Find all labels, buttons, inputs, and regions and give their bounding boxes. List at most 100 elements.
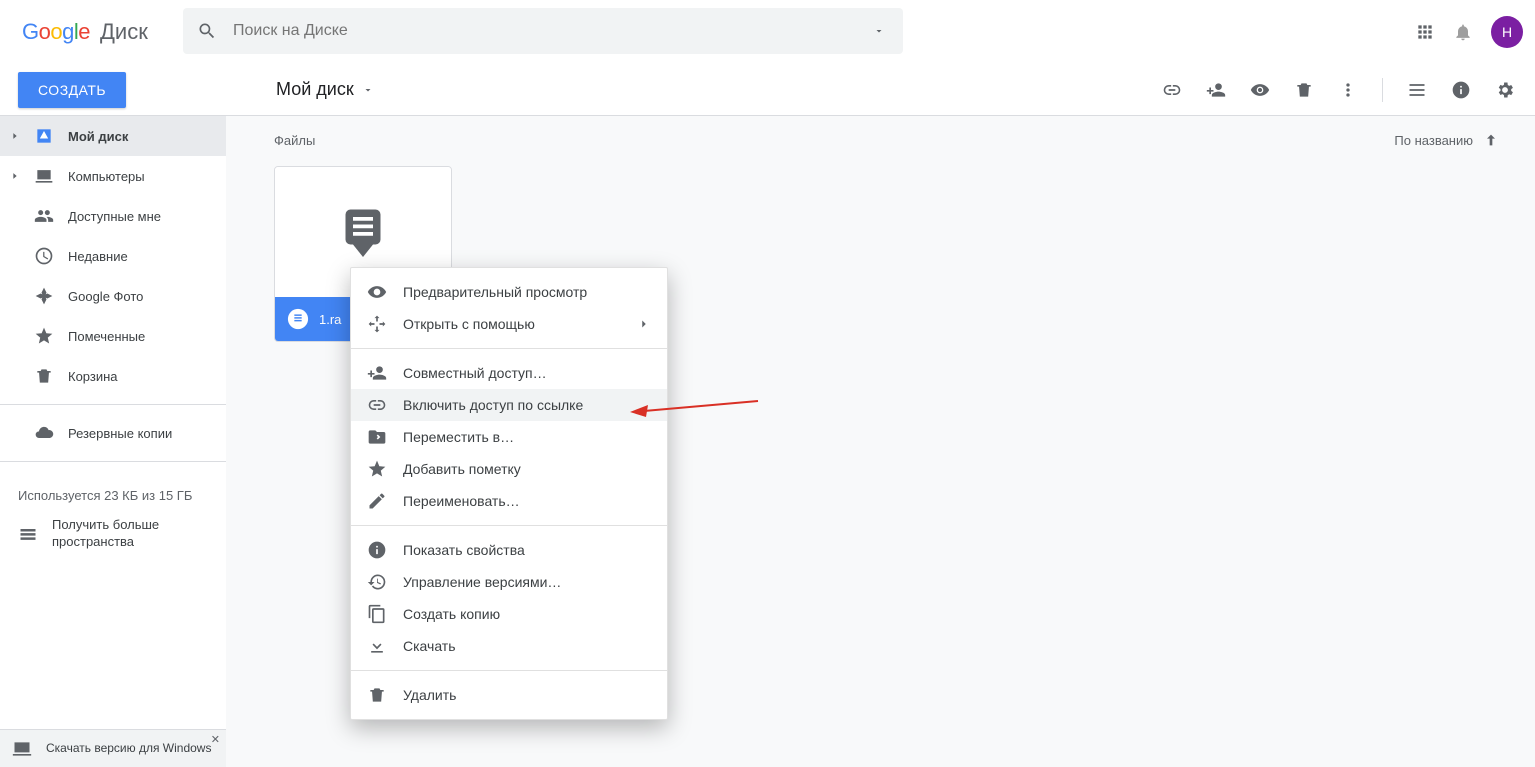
- sort-control[interactable]: По названию: [1394, 132, 1499, 148]
- ctx-share[interactable]: Совместный доступ…: [351, 357, 667, 389]
- file-type-icon: [287, 308, 309, 330]
- sidebar-item-label: Недавние: [68, 249, 128, 264]
- download-windows-banner[interactable]: Скачать версию для Windows ✕: [0, 729, 226, 767]
- sort-label-text: По названию: [1394, 133, 1473, 148]
- sidebar-item-label: Google Фото: [68, 289, 143, 304]
- ctx-preview[interactable]: Предварительный просмотр: [351, 276, 667, 308]
- list-view-icon[interactable]: [1407, 80, 1427, 100]
- separator: [351, 525, 667, 526]
- link-icon: [367, 395, 403, 415]
- ctx-move[interactable]: Переместить в…: [351, 421, 667, 453]
- star-icon: [24, 326, 68, 346]
- ctx-label: Включить доступ по ссылке: [403, 397, 583, 413]
- ctx-details[interactable]: Показать свойства: [351, 534, 667, 566]
- ctx-label: Совместный доступ…: [403, 365, 547, 381]
- ctx-label: Управление версиями…: [403, 574, 561, 590]
- eye-icon[interactable]: [1250, 80, 1270, 100]
- search-options-dropdown-icon[interactable]: [873, 25, 885, 37]
- eye-icon: [367, 282, 403, 302]
- sidebar-item-label: Компьютеры: [68, 169, 145, 184]
- storage-icon: [18, 524, 38, 544]
- ctx-label: Предварительный просмотр: [403, 284, 587, 300]
- file-name: 1.ra: [319, 312, 341, 327]
- breadcrumb[interactable]: Мой диск: [226, 79, 374, 100]
- ctx-download[interactable]: Скачать: [351, 630, 667, 662]
- sidebar-item-photos[interactable]: Google Фото: [0, 276, 226, 316]
- separator: [1382, 78, 1383, 102]
- close-icon[interactable]: ✕: [211, 734, 220, 747]
- avatar-letter: Н: [1502, 24, 1512, 40]
- search-input[interactable]: [197, 21, 889, 41]
- sidebar-item-backups[interactable]: Резервные копии: [0, 413, 226, 453]
- separator: [351, 348, 667, 349]
- people-icon: [24, 206, 68, 226]
- ctx-label: Открыть с помощью: [403, 316, 535, 332]
- sidebar: Мой диск Компьютеры Доступные мне Недавн…: [0, 116, 226, 559]
- ctx-star[interactable]: Добавить пометку: [351, 453, 667, 485]
- storage-link-label: Получить больше пространства: [52, 517, 208, 551]
- context-menu: Предварительный просмотр Открыть с помощ…: [350, 267, 668, 720]
- sidebar-item-label: Доступные мне: [68, 209, 161, 224]
- ctx-label: Создать копию: [403, 606, 500, 622]
- ctx-label: Удалить: [403, 687, 456, 703]
- chevron-right-icon: [637, 317, 651, 331]
- sidebar-item-label: Резервные копии: [68, 426, 172, 441]
- sidebar-item-recent[interactable]: Недавние: [0, 236, 226, 276]
- more-icon[interactable]: [1338, 80, 1358, 100]
- separator: [0, 461, 226, 462]
- breadcrumb-label: Мой диск: [276, 79, 354, 100]
- get-more-storage-link[interactable]: Получить больше пространства: [0, 509, 226, 559]
- sidebar-item-shared[interactable]: Доступные мне: [0, 196, 226, 236]
- sidebar-item-starred[interactable]: Помеченные: [0, 316, 226, 356]
- open-with-icon: [367, 314, 403, 334]
- files-section-label: Файлы: [274, 133, 315, 148]
- sidebar-item-label: Мой диск: [68, 129, 128, 144]
- sidebar-item-label: Помеченные: [68, 329, 145, 344]
- sidebar-item-computers[interactable]: Компьютеры: [0, 156, 226, 196]
- trash-icon: [24, 366, 68, 386]
- avatar[interactable]: Н: [1491, 16, 1523, 48]
- add-person-icon[interactable]: [1206, 80, 1226, 100]
- gear-icon[interactable]: [1495, 80, 1515, 100]
- storage-usage-text: Используется 23 КБ из 15 ГБ: [0, 470, 226, 509]
- ctx-rename[interactable]: Переименовать…: [351, 485, 667, 517]
- trash-icon[interactable]: [1294, 80, 1314, 100]
- folder-move-icon: [367, 427, 403, 447]
- photos-icon: [24, 286, 68, 306]
- separator: [0, 404, 226, 405]
- ctx-copy[interactable]: Создать копию: [351, 598, 667, 630]
- create-button[interactable]: СОЗДАТЬ: [18, 72, 126, 108]
- ctx-label: Переместить в…: [403, 429, 514, 445]
- history-icon: [367, 572, 403, 592]
- download-banner-label: Скачать версию для Windows: [46, 741, 211, 755]
- separator: [351, 670, 667, 671]
- ctx-label: Переименовать…: [403, 493, 520, 509]
- expand-icon: [10, 131, 24, 141]
- star-icon: [367, 459, 403, 479]
- logo-product-name: Диск: [100, 19, 148, 45]
- ctx-label: Показать свойства: [403, 542, 525, 558]
- sidebar-item-trash[interactable]: Корзина: [0, 356, 226, 396]
- notifications-icon[interactable]: [1453, 22, 1473, 42]
- clock-icon: [24, 246, 68, 266]
- ctx-get-link[interactable]: Включить доступ по ссылке: [351, 389, 667, 421]
- search-icon: [197, 21, 217, 41]
- logo[interactable]: Google Диск: [22, 19, 148, 45]
- cloud-icon: [24, 423, 68, 443]
- trash-icon: [367, 685, 403, 705]
- annotation-arrow: [630, 397, 760, 421]
- logo-text: Google: [22, 19, 90, 45]
- sidebar-item-label: Корзина: [68, 369, 118, 384]
- ctx-delete[interactable]: Удалить: [351, 679, 667, 711]
- drive-icon: [24, 126, 68, 146]
- search-bar[interactable]: [183, 8, 903, 54]
- info-icon[interactable]: [1451, 80, 1471, 100]
- download-icon: [367, 636, 403, 656]
- ctx-versions[interactable]: Управление версиями…: [351, 566, 667, 598]
- apps-icon[interactable]: [1415, 22, 1435, 42]
- monitor-icon: [12, 739, 32, 759]
- link-icon[interactable]: [1162, 80, 1182, 100]
- sidebar-item-my-drive[interactable]: Мой диск: [0, 116, 226, 156]
- ctx-open-with[interactable]: Открыть с помощью: [351, 308, 667, 340]
- ctx-label: Добавить пометку: [403, 461, 521, 477]
